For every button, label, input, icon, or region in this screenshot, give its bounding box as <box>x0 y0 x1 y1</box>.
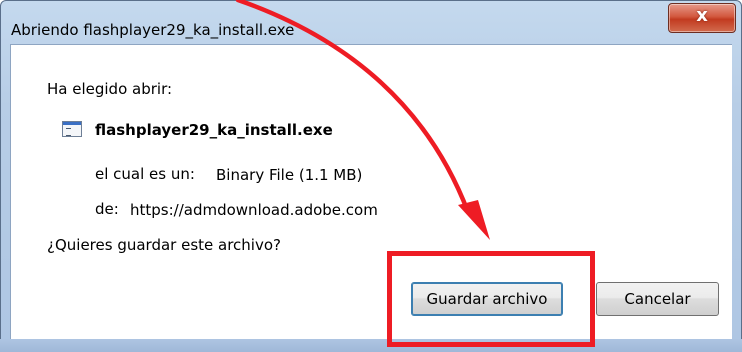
red-arrow-icon <box>235 0 490 240</box>
